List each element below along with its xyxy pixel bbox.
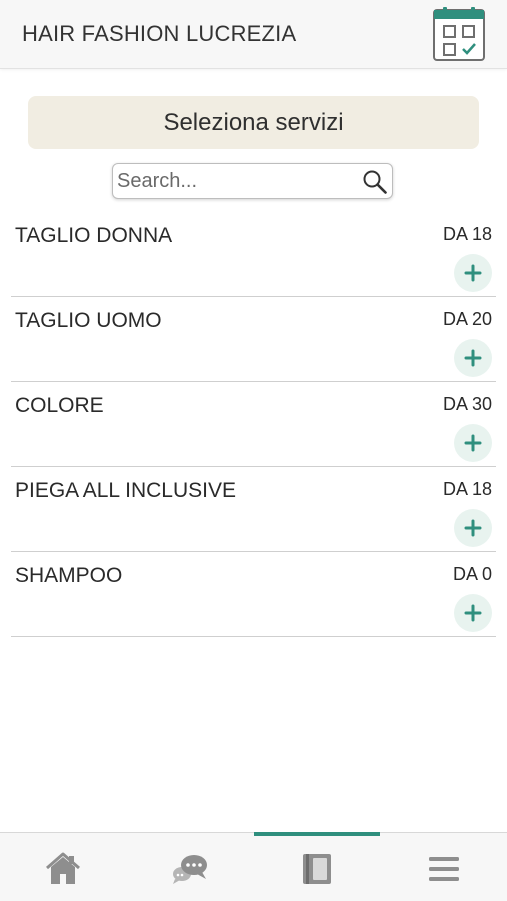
service-price: DA 0 <box>452 564 492 584</box>
service-name: SHAMPOO <box>15 564 123 587</box>
add-service-button[interactable] <box>454 254 492 292</box>
plus-icon <box>464 264 482 282</box>
service-price: DA 30 <box>442 394 492 414</box>
service-row[interactable]: COLORE DA 30 <box>11 382 496 467</box>
plus-icon <box>464 349 482 367</box>
service-list: TAGLIO DONNA DA 18 TAGLIO UOMO DA 20 COL… <box>0 212 507 637</box>
service-name: PIEGA ALL INCLUSIVE <box>15 479 236 502</box>
add-service-button[interactable] <box>454 509 492 547</box>
search-icon[interactable] <box>362 169 388 195</box>
nav-home[interactable] <box>0 837 126 901</box>
active-tab-indicator <box>254 832 380 836</box>
service-name: COLORE <box>15 394 104 417</box>
plus-icon <box>464 519 482 537</box>
service-row[interactable]: PIEGA ALL INCLUSIVE DA 18 <box>11 467 496 552</box>
bottom-nav <box>0 832 507 901</box>
nav-chat[interactable] <box>127 837 253 901</box>
book-icon <box>303 854 331 884</box>
home-icon <box>46 852 80 884</box>
nav-services[interactable] <box>254 837 380 901</box>
service-price: DA 18 <box>442 224 492 244</box>
add-service-button[interactable] <box>454 424 492 462</box>
service-row[interactable]: TAGLIO DONNA DA 18 <box>11 212 496 297</box>
menu-icon <box>429 857 459 881</box>
search-box[interactable] <box>112 163 393 199</box>
plus-icon <box>464 434 482 452</box>
add-service-button[interactable] <box>454 339 492 377</box>
add-service-button[interactable] <box>454 594 492 632</box>
service-name: TAGLIO DONNA <box>15 224 173 247</box>
chat-icon <box>173 855 207 884</box>
service-price: DA 18 <box>442 479 492 499</box>
section-title: Seleziona servizi <box>28 96 479 149</box>
service-row[interactable]: SHAMPOO DA 0 <box>11 552 496 637</box>
app-header: HAIR FASHION LUCREZIA <box>0 0 507 69</box>
calendar-check-icon[interactable] <box>432 6 486 62</box>
service-row[interactable]: TAGLIO UOMO DA 20 <box>11 297 496 382</box>
nav-menu[interactable] <box>381 837 507 901</box>
search-input[interactable] <box>117 166 357 196</box>
service-name: TAGLIO UOMO <box>15 309 162 332</box>
plus-icon <box>464 604 482 622</box>
app-title: HAIR FASHION LUCREZIA <box>22 21 297 46</box>
service-price: DA 20 <box>442 309 492 329</box>
